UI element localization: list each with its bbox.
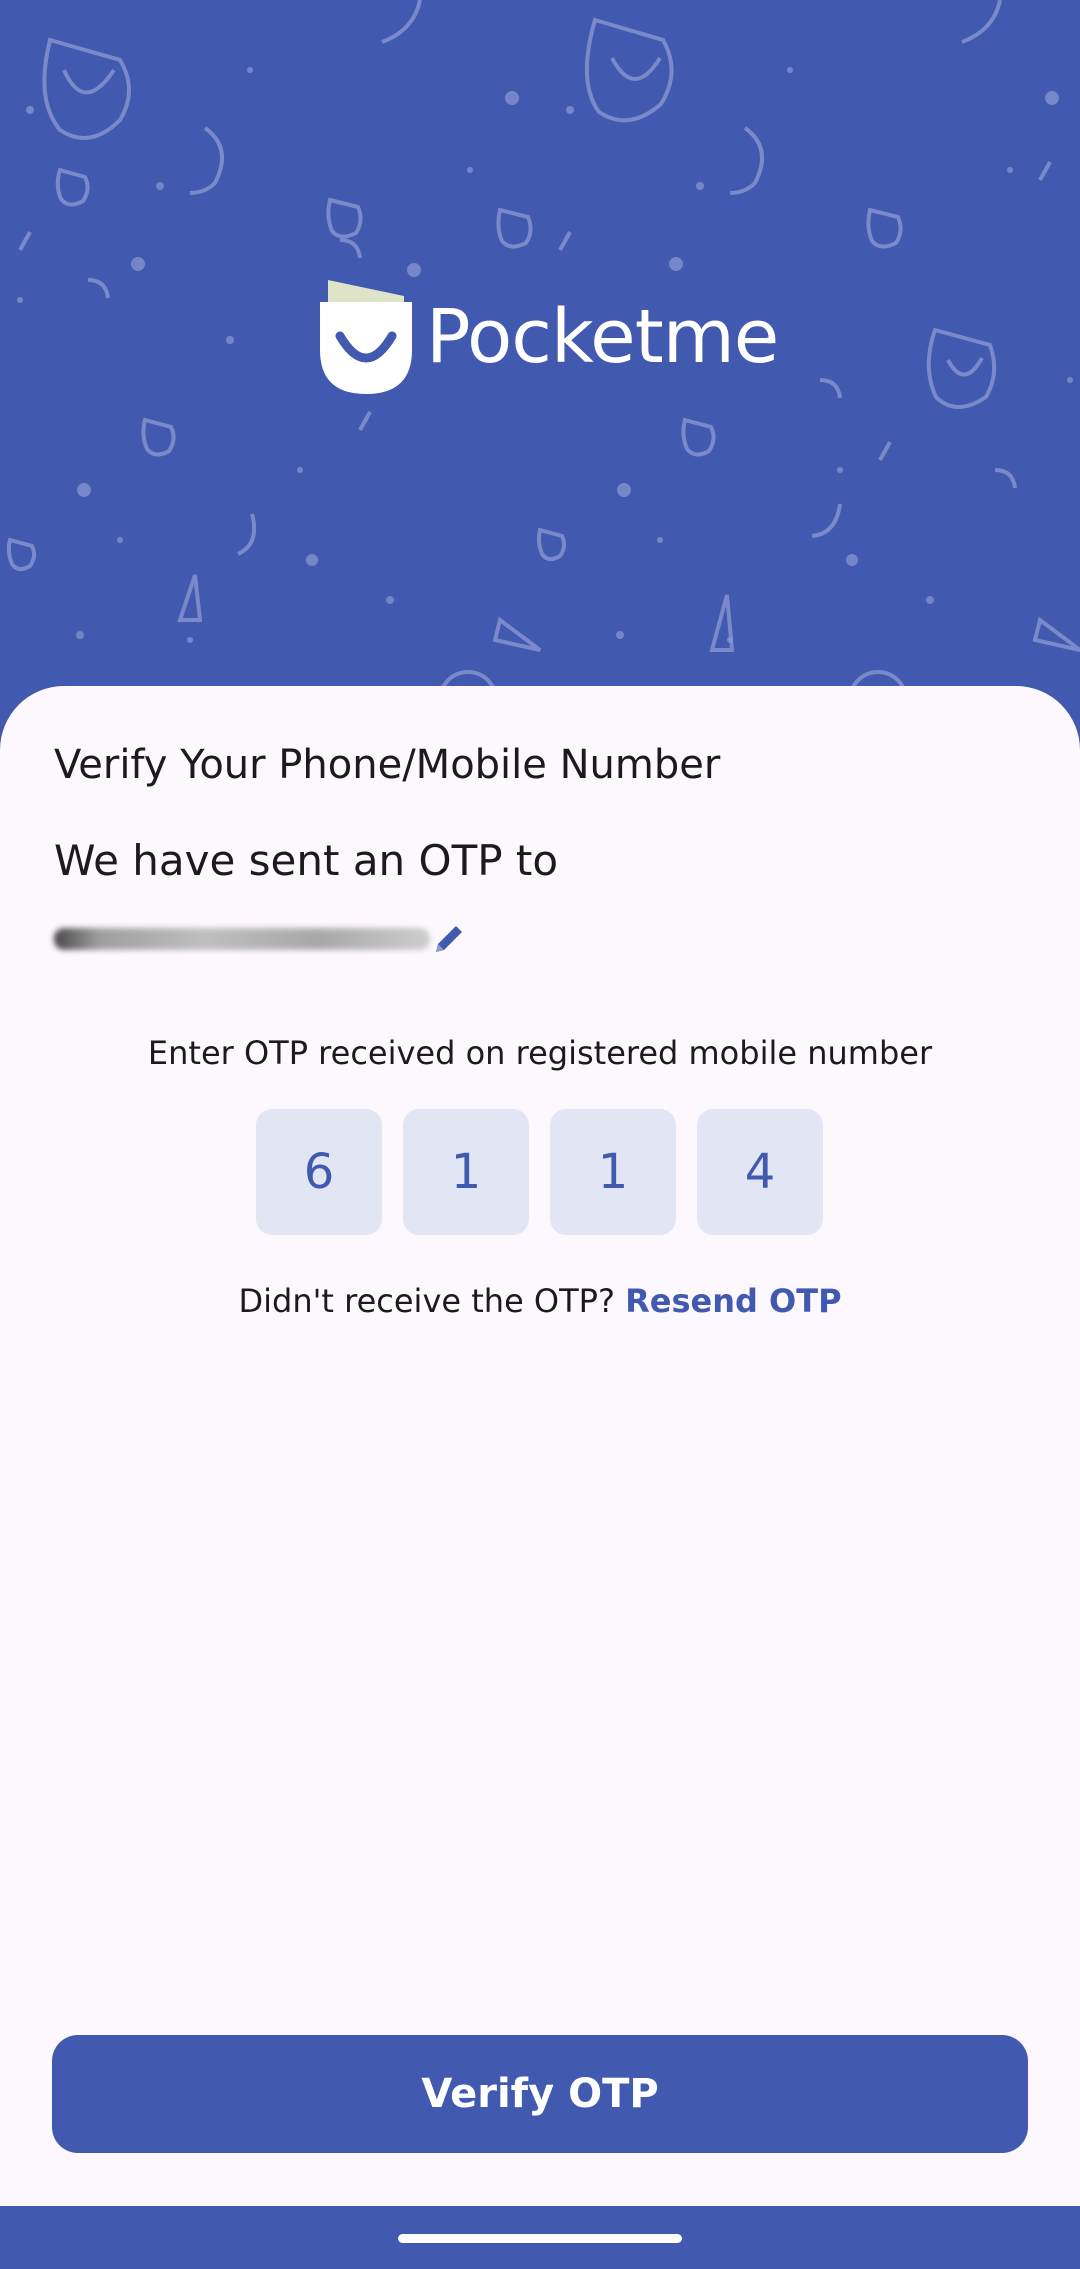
resend-otp-link[interactable]: Resend OTP	[625, 1282, 841, 1320]
header-banner: Pocketme	[0, 0, 1080, 720]
otp-digit-1[interactable]: 6	[256, 1109, 382, 1235]
system-nav-bar	[0, 2206, 1080, 2269]
verify-card: Verify Your Phone/Mobile Number We have …	[0, 686, 1080, 2206]
otp-digit-3[interactable]: 1	[550, 1109, 676, 1235]
pencil-icon[interactable]	[432, 922, 466, 956]
resend-row: Didn't receive the OTP? Resend OTP	[0, 1282, 1080, 1320]
otp-digit-4[interactable]: 4	[697, 1109, 823, 1235]
page-title: Verify Your Phone/Mobile Number	[54, 742, 721, 788]
brand-name: Pocketme	[426, 294, 779, 380]
otp-input-group: 6 1 1 4	[256, 1109, 823, 1235]
phone-number-row	[54, 914, 466, 964]
brand-logo: Pocketme	[318, 278, 779, 396]
otp-sent-label: We have sent an OTP to	[54, 836, 559, 885]
resend-prompt: Didn't receive the OTP?	[238, 1282, 615, 1320]
pocket-smile-icon	[320, 280, 412, 394]
verify-otp-button[interactable]: Verify OTP	[52, 2035, 1028, 2153]
otp-instruction: Enter OTP received on registered mobile …	[147, 1034, 933, 1072]
home-gesture-handle[interactable]	[398, 2234, 682, 2243]
otp-digit-2[interactable]: 1	[403, 1109, 529, 1235]
phone-number-redacted	[54, 928, 430, 950]
